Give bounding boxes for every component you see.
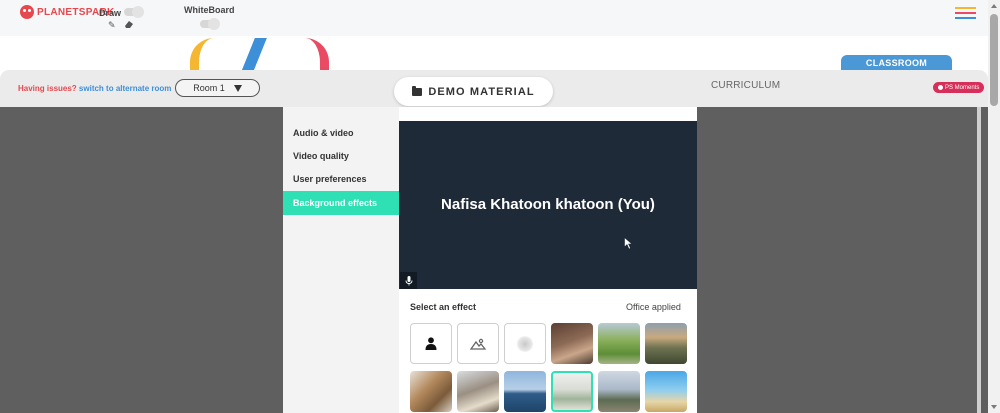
landscape-icon	[470, 338, 486, 350]
person-icon	[425, 337, 437, 350]
room-select-value: Room 1	[193, 83, 225, 93]
microphone-icon[interactable]	[400, 272, 417, 289]
demo-material-label: DEMO MATERIAL	[428, 85, 535, 98]
top-bar: PLANETSPARK Draw ✎ WhiteBoard	[0, 0, 988, 36]
whiteboard-label: WhiteBoard	[184, 5, 235, 15]
folder-icon	[412, 85, 423, 96]
video-preview: Nafisa Khatoon khatoon (You)	[399, 121, 697, 289]
effect-slight-blur[interactable]	[457, 323, 499, 364]
issues-notice: Having issues? switch to alternate room	[18, 84, 171, 93]
moments-icon	[938, 85, 943, 90]
ps-moments-button[interactable]: PS Moments	[933, 82, 985, 93]
issues-prefix: Having issues?	[18, 84, 77, 93]
effect-beach-chair[interactable]	[645, 371, 687, 412]
hamburger-icon[interactable]	[955, 7, 976, 19]
demo-material-button[interactable]: DEMO MATERIAL	[394, 77, 553, 106]
pencil-icon[interactable]: ✎	[108, 20, 116, 31]
tab-classroom[interactable]: CLASSROOM	[841, 55, 952, 70]
stage-edge	[977, 107, 981, 413]
effect-blur[interactable]	[504, 323, 546, 364]
decorative-arc-red	[305, 38, 329, 72]
scrollbar-thumb[interactable]	[990, 14, 998, 106]
scroll-up-arrow-icon[interactable]	[991, 4, 997, 8]
settings-sidebar: Audio & video Video quality User prefere…	[283, 107, 399, 413]
effect-mountains[interactable]	[645, 323, 687, 364]
settings-dialog: Audio & video Video quality User prefere…	[283, 107, 697, 413]
effect-bookshelf[interactable]	[410, 371, 452, 412]
page-scrollbar[interactable]	[988, 0, 1000, 413]
draw-toggle[interactable]	[124, 6, 144, 18]
decorative-arc-blue	[241, 38, 267, 72]
tab-curriculum[interactable]: CURRICULUM	[711, 80, 780, 91]
blur-icon	[516, 335, 534, 352]
effect-none[interactable]	[410, 323, 452, 364]
effect-park[interactable]	[598, 323, 640, 364]
logo-mark-icon	[20, 5, 34, 19]
effect-office[interactable]	[551, 371, 593, 412]
caret-down-icon	[233, 84, 242, 92]
effects-status: Office applied	[626, 302, 681, 312]
settings-item-background-effects[interactable]: Background effects	[283, 191, 399, 215]
eraser-icon[interactable]	[124, 20, 134, 31]
ps-moments-label: PS Moments	[945, 84, 980, 91]
whiteboard-toggle[interactable]	[200, 18, 220, 30]
draw-label: Draw	[99, 8, 122, 18]
room-select[interactable]: Room 1	[175, 79, 260, 97]
scroll-down-arrow-icon[interactable]	[991, 405, 997, 409]
settings-item-video-quality[interactable]: Video quality	[283, 144, 399, 168]
effects-title: Select an effect	[410, 302, 477, 312]
mouse-cursor-icon	[624, 237, 633, 250]
effect-brick-room[interactable]	[551, 323, 593, 364]
decorative-arc-yellow	[190, 38, 214, 72]
preview-participant-name: Nafisa Khatoon khatoon (You)	[441, 196, 655, 213]
effect-ocean[interactable]	[504, 371, 546, 412]
settings-item-user-preferences[interactable]: User preferences	[283, 167, 399, 191]
switch-room-link[interactable]: switch to alternate room	[79, 84, 171, 93]
effect-loft[interactable]	[457, 371, 499, 412]
effect-plants[interactable]	[598, 371, 640, 412]
settings-item-audio-video[interactable]: Audio & video	[283, 121, 399, 145]
